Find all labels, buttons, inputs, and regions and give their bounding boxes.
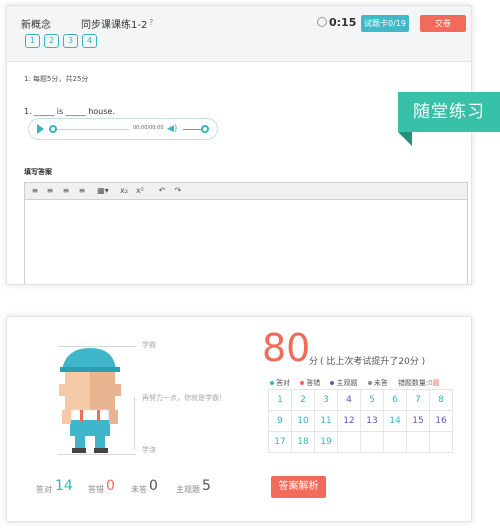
empty-cell: [429, 431, 453, 453]
question-cell[interactable]: 9: [268, 410, 292, 432]
align-right-icon[interactable]: ≡: [61, 186, 71, 196]
progress-handle[interactable]: [49, 125, 57, 133]
question-nav-1[interactable]: 1: [25, 34, 40, 48]
table-icon[interactable]: ▦▾: [95, 186, 111, 196]
question-cell[interactable]: 18: [291, 431, 315, 453]
answer-grid: 1 2 3 4 5 6 7 8 9 10 11 12 13 14 15 16 17 18 19: [268, 389, 453, 453]
play-icon[interactable]: [37, 124, 44, 134]
stat-wrong-label: 答错: [88, 485, 104, 494]
superscript-icon[interactable]: x²: [135, 186, 145, 196]
clock-icon: [317, 17, 327, 27]
question-text: 1. _____ is _____ house.: [24, 107, 115, 116]
audio-time: 00:00/00:00: [133, 125, 164, 131]
help-icon[interactable]: ?: [149, 18, 153, 27]
mascot-label-bottom: 学渣: [142, 446, 156, 454]
course-name: 新概念: [21, 20, 51, 31]
question-cell[interactable]: 7: [406, 389, 430, 411]
answer-editor[interactable]: ≡ ≡ ≡ ≡ ▦▾ x₂ x² ↶ ↷: [24, 182, 468, 284]
empty-cell: [406, 431, 430, 453]
volume-handle[interactable]: [201, 125, 209, 133]
undo-icon[interactable]: ↶: [157, 186, 167, 196]
score-note: ( 比上次考试提升了20分 ): [320, 357, 426, 367]
stat-subjective-label: 主观题: [176, 485, 200, 494]
question-cell[interactable]: 2: [291, 389, 315, 411]
question-nav-3[interactable]: 3: [63, 34, 78, 48]
legend-wrong: 答错: [300, 379, 320, 387]
question-cell[interactable]: 15: [406, 410, 430, 432]
legend-subjective-dot: [330, 381, 335, 385]
badge-fold: [398, 132, 412, 146]
stat-wrong-value: 0: [106, 478, 115, 494]
grid-row: 17 18 19: [268, 431, 453, 453]
mascot-label-top: 学霸: [142, 341, 156, 349]
audio-player: 00:00/00:00 ◀): [28, 118, 218, 140]
empty-cell: [383, 431, 407, 453]
quiz-header: 新概念 同步课课练1-2 ? 1 2 3 4 0:15 试题卡0/19 交卷: [7, 6, 471, 62]
question-nav-2[interactable]: 2: [44, 34, 59, 48]
timer: 0:15: [329, 16, 357, 29]
legend-unanswered-dot: [367, 381, 372, 385]
empty-cell: [337, 431, 361, 453]
question-cell[interactable]: 19: [314, 431, 338, 453]
mascot-label-middle: 再努力一点，你就是学霸！: [142, 394, 226, 402]
volume-track[interactable]: [183, 129, 203, 130]
legend: 答对 答错 主观题 未答 错题数量:0题: [270, 378, 440, 388]
question-cell[interactable]: 5: [360, 389, 384, 411]
wrong-count: 0题: [428, 379, 440, 387]
question-cell[interactable]: 13: [360, 410, 384, 432]
practice-badge: 随堂练习: [398, 92, 500, 132]
scale-line-top: [58, 346, 136, 347]
legend-correct: 答对: [270, 379, 290, 387]
align-justify-icon[interactable]: ≡: [77, 186, 87, 196]
redo-icon[interactable]: ↷: [173, 186, 183, 196]
wrong-count-label: 错题数量:: [397, 379, 429, 387]
answer-card-button[interactable]: 试题卡0/19: [361, 15, 409, 32]
stat-correct-value: 14: [55, 478, 73, 494]
question-cell[interactable]: 12: [337, 410, 361, 432]
lesson-title: 同步课课练1-2: [81, 20, 148, 31]
legend-subjective: 主观题: [330, 379, 357, 387]
grid-row: 9 10 11 12 13 14 15 16: [268, 410, 453, 432]
editor-toolbar: ≡ ≡ ≡ ≡ ▦▾ x₂ x² ↶ ↷: [25, 183, 467, 200]
question-cell[interactable]: 11: [314, 410, 338, 432]
align-center-icon[interactable]: ≡: [45, 186, 55, 196]
question-cell[interactable]: 1: [268, 389, 292, 411]
align-left-icon[interactable]: ≡: [30, 186, 40, 196]
stat-subjective-value: 5: [202, 478, 211, 494]
question-cell[interactable]: 8: [429, 389, 453, 411]
question-cell[interactable]: 17: [268, 431, 292, 453]
stat-correct-label: 答对: [36, 485, 52, 494]
score-value: 80: [262, 326, 311, 370]
score-unit: 分: [309, 357, 319, 367]
empty-cell: [360, 431, 384, 453]
answer-label: 填写答案: [24, 168, 52, 176]
question-cell[interactable]: 16: [429, 410, 453, 432]
scale-line-vertical: [134, 397, 135, 449]
question-cell[interactable]: 6: [383, 389, 407, 411]
volume-icon[interactable]: ◀): [167, 124, 177, 134]
legend-correct-dot: [270, 381, 274, 385]
section-info: 1: 每题5分，共25分: [24, 75, 89, 83]
legend-unanswered: 未答: [367, 379, 388, 387]
subscript-icon[interactable]: x₂: [119, 186, 129, 196]
legend-wrong-dot: [300, 381, 305, 385]
answer-analysis-button[interactable]: 答案解析: [271, 476, 326, 498]
submit-button[interactable]: 交卷: [420, 15, 466, 32]
scale-line-bottom: [58, 454, 136, 455]
stat-unanswered-label: 未答: [131, 485, 147, 494]
question-cell[interactable]: 4: [337, 389, 361, 411]
question-nav-4[interactable]: 4: [82, 34, 97, 48]
progress-track[interactable]: [57, 129, 129, 130]
question-cell[interactable]: 10: [291, 410, 315, 432]
grid-row: 12345678: [268, 389, 453, 411]
stat-unanswered-value: 0: [149, 478, 158, 494]
question-cell[interactable]: 14: [383, 410, 407, 432]
question-cell[interactable]: 3: [314, 389, 338, 411]
